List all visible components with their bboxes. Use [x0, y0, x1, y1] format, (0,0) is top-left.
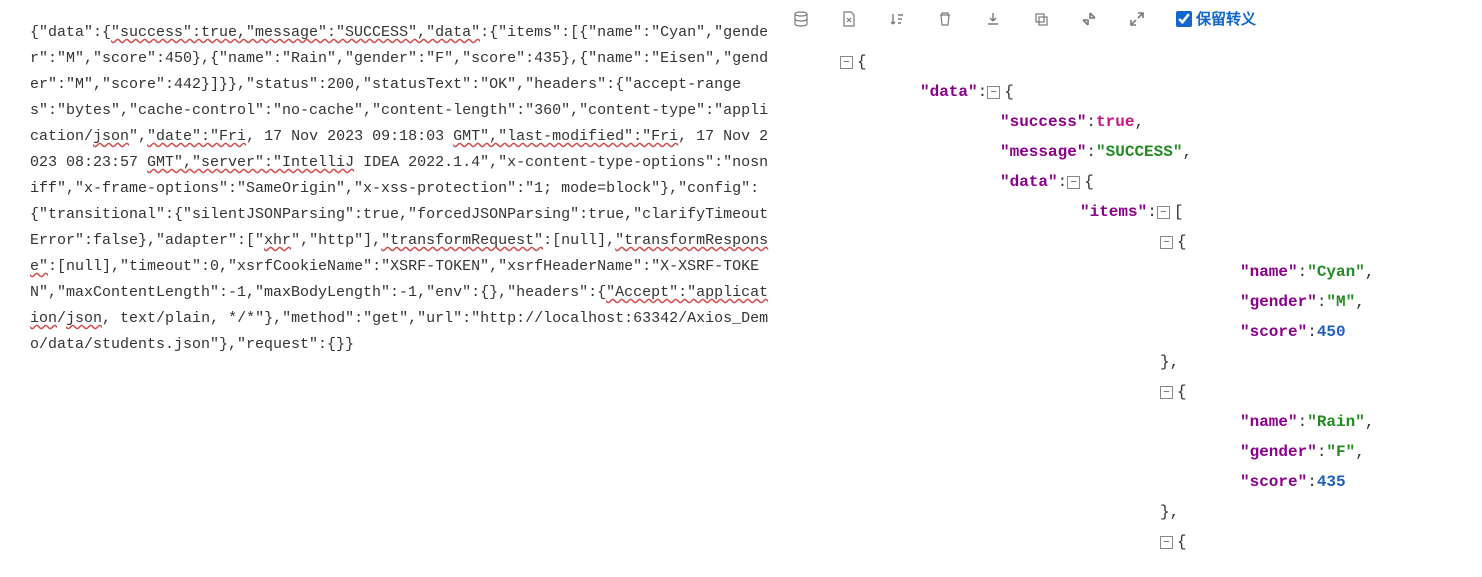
tree-row[interactable]: "score":435: [1240, 467, 1482, 497]
tree-row[interactable]: "data":−{: [920, 77, 1482, 107]
toggle-icon[interactable]: −: [1160, 386, 1173, 399]
tree-row[interactable]: "score":450: [1240, 317, 1482, 347]
raw-seg: /: [57, 310, 66, 327]
raw-seg-underline: xhr: [264, 232, 291, 249]
tree-row[interactable]: },: [1160, 347, 1482, 377]
tree-row[interactable]: "gender":"M",: [1240, 287, 1482, 317]
tree-row[interactable]: −{: [1160, 377, 1482, 407]
raw-seg-underline: "success":true,"message":"SUCCESS","data…: [111, 24, 480, 41]
toggle-icon[interactable]: −: [840, 56, 853, 69]
json-key: "data": [920, 83, 978, 101]
tree-row[interactable]: "name":"Cyan",: [1240, 257, 1482, 287]
tree-row[interactable]: "name":"Rain",: [1240, 407, 1482, 437]
raw-seg: ","http"],: [291, 232, 381, 249]
tree-row[interactable]: −{: [1160, 227, 1482, 257]
tree-row[interactable]: "gender":"F",: [1240, 437, 1482, 467]
tree-row[interactable]: "items":−[: [1080, 197, 1482, 227]
json-value: 450: [1317, 323, 1346, 341]
json-key: "name": [1240, 263, 1298, 281]
json-tree[interactable]: −{ "data":−{ "success":true, "message":"…: [780, 37, 1482, 557]
json-key: "name": [1240, 413, 1298, 431]
tree-row[interactable]: },: [1160, 497, 1482, 527]
raw-seg-underline: "date":"Fri: [147, 128, 246, 145]
download-icon[interactable]: [984, 10, 1002, 28]
toggle-icon[interactable]: −: [1160, 536, 1173, 549]
trash-icon[interactable]: [936, 10, 954, 28]
toggle-icon[interactable]: −: [1067, 176, 1080, 189]
database-icon[interactable]: [792, 10, 810, 28]
json-value: 435: [1317, 473, 1346, 491]
json-key: "gender": [1240, 443, 1317, 461]
tree-row[interactable]: "message":"SUCCESS",: [1000, 137, 1482, 167]
json-value: "M": [1326, 293, 1355, 311]
json-key: "score": [1240, 323, 1307, 341]
raw-seg-underline: json: [66, 310, 102, 327]
json-value: "Rain": [1307, 413, 1365, 431]
raw-seg-underline: "transformRequest": [381, 232, 543, 249]
json-key: "items": [1080, 203, 1147, 221]
json-value: true: [1096, 113, 1134, 131]
raw-seg: , text/plain, */*"},"method":"get","url"…: [30, 310, 768, 353]
json-key: "data": [1000, 173, 1058, 191]
file-x-icon[interactable]: [840, 10, 858, 28]
json-tree-pane: 保留转义 −{ "data":−{ "success":true, "messa…: [780, 0, 1482, 577]
raw-seg-underline: GMT","server":"IntelliJ: [147, 154, 354, 171]
tree-row[interactable]: −{: [840, 47, 1482, 77]
raw-seg: {"data":{: [30, 24, 111, 41]
toggle-icon[interactable]: −: [1160, 236, 1173, 249]
tree-row[interactable]: "data":−{: [1000, 167, 1482, 197]
tree-row[interactable]: "success":true,: [1000, 107, 1482, 137]
tree-row[interactable]: −{: [1160, 527, 1482, 557]
json-value: "F": [1326, 443, 1355, 461]
copy-icon[interactable]: [1032, 10, 1050, 28]
json-value: "SUCCESS": [1096, 143, 1182, 161]
keep-escape-checkbox[interactable]: 保留转义: [1176, 8, 1256, 29]
keep-escape-input[interactable]: [1176, 11, 1192, 27]
toolbar: 保留转义: [780, 0, 1482, 37]
collapse-icon[interactable]: [1080, 10, 1098, 28]
json-key: "score": [1240, 473, 1307, 491]
raw-seg: ",: [129, 128, 147, 145]
toggle-icon[interactable]: −: [1157, 206, 1170, 219]
json-key: "message": [1000, 143, 1086, 161]
json-key: "gender": [1240, 293, 1317, 311]
raw-seg-underline: GMT","last-modified":"Fri: [453, 128, 678, 145]
expand-icon[interactable]: [1128, 10, 1146, 28]
json-value: "Cyan": [1307, 263, 1365, 281]
raw-seg-underline: json: [93, 128, 129, 145]
sort-icon[interactable]: [888, 10, 906, 28]
raw-seg: :[null],: [543, 232, 615, 249]
raw-json-pane[interactable]: {"data":{"success":true,"message":"SUCCE…: [0, 0, 780, 577]
raw-seg: :{"items":[{"name":"Cyan","gender":"M","…: [30, 24, 768, 145]
raw-seg: , 17 Nov 2023 09:18:03: [246, 128, 453, 145]
keep-escape-label: 保留转义: [1196, 8, 1256, 29]
toggle-icon[interactable]: −: [987, 86, 1000, 99]
json-key: "success": [1000, 113, 1086, 131]
